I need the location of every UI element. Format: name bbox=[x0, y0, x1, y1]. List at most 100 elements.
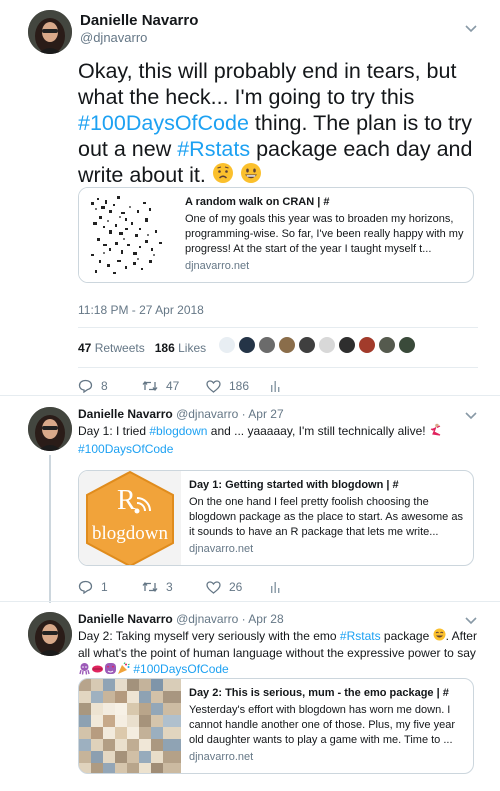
avatar[interactable] bbox=[28, 612, 72, 656]
reply-tweet: Danielle Navarro @djnavarro · Apr 27 Day… bbox=[0, 407, 500, 603]
like-button[interactable]: 26 bbox=[206, 580, 270, 594]
tweet-actions: 1 3 26 bbox=[78, 580, 334, 594]
thread-line bbox=[49, 455, 51, 603]
analytics-button[interactable] bbox=[270, 380, 334, 392]
avatar[interactable] bbox=[358, 336, 376, 354]
heart-eyes-icon bbox=[104, 662, 117, 679]
hashtag-link[interactable]: #blogdown bbox=[149, 424, 207, 438]
divider bbox=[0, 601, 500, 602]
hashtag-link[interactable]: #100DaysOfCode bbox=[133, 662, 228, 676]
kiss-icon bbox=[91, 662, 104, 679]
avatar[interactable] bbox=[28, 407, 72, 451]
separator-dot: · bbox=[241, 407, 246, 421]
reply-button[interactable]: 1 bbox=[78, 580, 142, 594]
avatar[interactable] bbox=[278, 336, 296, 354]
card-body: A random walk on CRAN | # One of my goal… bbox=[177, 188, 473, 282]
reply-icon bbox=[78, 379, 93, 393]
tweet-text: Day 2: Taking myself very seriously with… bbox=[78, 628, 478, 679]
avatar[interactable] bbox=[378, 336, 396, 354]
tweet-text: Day 1: I tried #blogdown and ... yaaaaay… bbox=[78, 423, 478, 457]
link-card[interactable]: R blogdown Day 1: Getting started with b… bbox=[78, 470, 474, 566]
retweet-count: 47 bbox=[166, 379, 180, 393]
likes-label[interactable]: Likes bbox=[178, 341, 206, 355]
card-thumbnail bbox=[79, 188, 177, 282]
author-handle[interactable]: @djnavarro bbox=[176, 612, 238, 626]
smiling-face-icon bbox=[433, 628, 446, 645]
hashtag-link[interactable]: #100DaysOfCode bbox=[78, 111, 249, 135]
retweets-label[interactable]: Retweets bbox=[95, 341, 145, 355]
avatar[interactable] bbox=[318, 336, 336, 354]
card-description: Yesterday's effort with blogdown has wor… bbox=[189, 704, 455, 746]
chevron-down-icon[interactable] bbox=[464, 22, 478, 36]
avatar[interactable] bbox=[28, 10, 72, 54]
like-button[interactable]: 186 bbox=[206, 379, 270, 393]
tweet-actions: 8 47 186 bbox=[78, 379, 334, 393]
avatar[interactable] bbox=[218, 336, 236, 354]
divider bbox=[78, 367, 478, 368]
main-tweet: Danielle Navarro @djnavarro Okay, this w… bbox=[0, 0, 500, 395]
analytics-icon bbox=[270, 380, 280, 392]
chevron-down-icon[interactable] bbox=[464, 614, 478, 628]
reply-count: 8 bbox=[101, 379, 108, 393]
tweet-date[interactable]: Apr 27 bbox=[248, 407, 283, 421]
link-card[interactable]: A random walk on CRAN | # One of my goal… bbox=[78, 187, 474, 283]
author-handle[interactable]: @djnavarro bbox=[80, 30, 147, 45]
heart-icon bbox=[206, 379, 221, 393]
party-popper-icon bbox=[117, 661, 130, 679]
octopus-icon bbox=[78, 662, 91, 679]
reply-icon bbox=[78, 580, 93, 594]
card-title: Day 2: This is serious, mum - the emo pa… bbox=[189, 687, 449, 699]
tweet-timestamp[interactable]: 11:18 PM - 27 Apr 2018 bbox=[78, 303, 204, 317]
reply-button[interactable]: 8 bbox=[78, 379, 142, 393]
author-handle[interactable]: @djnavarro bbox=[176, 407, 238, 421]
card-thumbnail: R blogdown bbox=[79, 471, 181, 565]
card-body: Day 2: This is serious, mum - the emo pa… bbox=[181, 679, 473, 773]
engagement-stats: 47 Retweets 186 Likes bbox=[78, 341, 206, 355]
divider bbox=[0, 395, 500, 396]
card-description: One of my goals this year was to broaden… bbox=[185, 213, 464, 255]
retweet-icon bbox=[142, 581, 158, 593]
hashtag-link[interactable]: #Rstats bbox=[177, 137, 250, 161]
tweet-date[interactable]: Apr 28 bbox=[248, 612, 283, 626]
avatar[interactable] bbox=[298, 336, 316, 354]
link-card[interactable]: Day 2: This is serious, mum - the emo pa… bbox=[78, 678, 474, 774]
card-title: Day 1: Getting started with blogdown | # bbox=[189, 479, 399, 491]
analytics-icon bbox=[270, 581, 280, 593]
avatar[interactable] bbox=[258, 336, 276, 354]
like-count: 186 bbox=[229, 379, 250, 393]
reply-tweet: Danielle Navarro @djnavarro · Apr 28 Day… bbox=[0, 612, 500, 791]
card-domain: djnavarro.net bbox=[185, 260, 250, 272]
divider bbox=[78, 327, 478, 328]
blogdown-logo-label: blogdown bbox=[92, 523, 168, 544]
author-name[interactable]: Danielle Navarro bbox=[78, 612, 173, 626]
liker-avatars bbox=[218, 336, 416, 354]
retweet-icon bbox=[142, 380, 158, 392]
dancer-icon bbox=[429, 423, 443, 441]
reply-header: Danielle Navarro @djnavarro · Apr 27 bbox=[78, 407, 284, 421]
reply-count: 1 bbox=[101, 580, 108, 594]
heart-icon bbox=[206, 580, 221, 594]
retweets-count[interactable]: 47 bbox=[78, 341, 91, 355]
avatar[interactable] bbox=[338, 336, 356, 354]
hashtag-link[interactable]: #100DaysOfCode bbox=[78, 442, 173, 456]
card-title: A random walk on CRAN | # bbox=[185, 196, 330, 208]
author-name[interactable]: Danielle Navarro bbox=[78, 407, 173, 421]
hashtag-link[interactable]: #Rstats bbox=[340, 629, 381, 643]
likes-count[interactable]: 186 bbox=[155, 341, 175, 355]
retweet-button[interactable]: 47 bbox=[142, 379, 206, 393]
card-domain: djnavarro.net bbox=[189, 543, 254, 555]
blogdown-logo-letter: R bbox=[117, 485, 136, 516]
avatar[interactable] bbox=[398, 336, 416, 354]
card-body: Day 1: Getting started with blogdown | #… bbox=[181, 471, 473, 565]
like-count: 26 bbox=[229, 580, 243, 594]
analytics-button[interactable] bbox=[270, 581, 334, 593]
reply-header: Danielle Navarro @djnavarro · Apr 28 bbox=[78, 612, 284, 626]
retweet-count: 3 bbox=[166, 580, 173, 594]
author-name[interactable]: Danielle Navarro bbox=[80, 12, 198, 29]
tweet-text: Okay, this will probably end in tears, b… bbox=[78, 58, 490, 190]
card-description: On the one hand I feel pretty foolish ch… bbox=[189, 496, 463, 538]
avatar[interactable] bbox=[238, 336, 256, 354]
card-thumbnail bbox=[79, 679, 181, 773]
retweet-button[interactable]: 3 bbox=[142, 580, 206, 594]
chevron-down-icon[interactable] bbox=[464, 409, 478, 423]
